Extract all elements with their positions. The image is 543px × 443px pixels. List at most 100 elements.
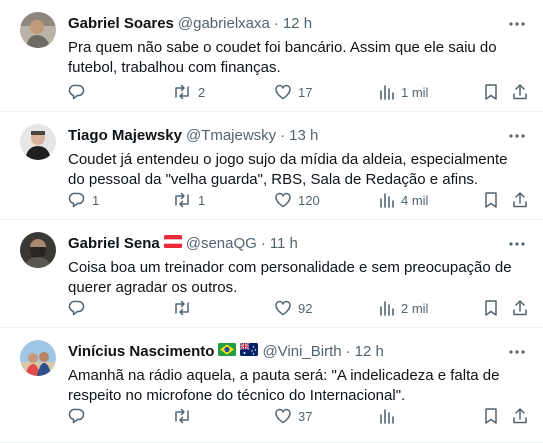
bookmark-button[interactable]: [483, 298, 499, 318]
tweet[interactable]: Tiago Majewsky @Tmajewsky · 13 h Coudet …: [0, 112, 543, 220]
reply-icon: [68, 407, 86, 425]
tweet[interactable]: Gabriel Soares @gabrielxaxa · 12 h Pra q…: [0, 0, 543, 112]
retweet-count: 1: [198, 192, 206, 208]
analytics-icon: [379, 83, 395, 101]
austria-flag-icon: [163, 234, 182, 254]
like-count: 92: [298, 300, 313, 316]
display-name[interactable]: Gabriel Sena: [68, 234, 160, 254]
tweet[interactable]: Gabriel Sena @senaQG · 11 h Coisa boa um…: [0, 220, 543, 328]
share-icon: [511, 83, 529, 101]
bookmark-button[interactable]: [483, 190, 499, 210]
share-button[interactable]: [511, 298, 529, 318]
timestamp[interactable]: 11 h: [270, 234, 298, 254]
share-icon: [511, 407, 529, 425]
analytics-icon: [379, 299, 395, 317]
tweet[interactable]: Vinícius Nascimento @Vini_Birth · 12 h A…: [0, 328, 543, 443]
like-button[interactable]: 37: [274, 406, 312, 426]
share-icon: [511, 299, 529, 317]
view-count: 4 mil: [401, 192, 429, 208]
share-icon: [511, 191, 529, 209]
brazil-flag-icon: [218, 342, 237, 362]
more-options-icon[interactable]: [507, 234, 527, 254]
avatar[interactable]: [20, 12, 56, 48]
view-count: 1 mil: [401, 84, 429, 100]
reply-button[interactable]: 1: [68, 190, 99, 210]
separator-dot: ·: [280, 127, 286, 144]
tweet-actions: 2 17 1 mil: [68, 82, 529, 102]
tweet-actions: 92 2 mil: [68, 298, 529, 318]
avatar[interactable]: [20, 124, 56, 160]
like-button[interactable]: 120: [274, 190, 320, 210]
like-button[interactable]: 17: [274, 82, 312, 102]
tweet-header: Tiago Majewsky @Tmajewsky · 13 h: [68, 126, 318, 146]
tweet-text: Pra quem não sabe o coudet foi bancário.…: [68, 39, 497, 76]
avatar[interactable]: [20, 340, 56, 376]
user-handle[interactable]: @gabrielxaxa: [178, 14, 270, 34]
retweet-button[interactable]: [172, 406, 198, 426]
separator-dot: ·: [273, 15, 279, 32]
heart-icon: [274, 191, 292, 209]
bookmark-icon: [483, 191, 499, 209]
australia-flag-icon: [240, 342, 259, 362]
reply-button[interactable]: [68, 406, 92, 426]
bookmark-icon: [483, 299, 499, 317]
reply-button[interactable]: [68, 298, 92, 318]
tweet-text: Amanhã na rádio aquela, a pauta será: "A…: [68, 367, 500, 404]
timestamp[interactable]: 12 h: [283, 14, 312, 34]
analytics-icon: [379, 407, 395, 425]
share-button[interactable]: [511, 190, 529, 210]
timestamp[interactable]: 13 h: [289, 126, 318, 146]
separator-dot: ·: [260, 235, 266, 252]
retweet-icon: [172, 299, 192, 317]
tweet-header: Gabriel Soares @gabrielxaxa · 12 h: [68, 14, 312, 34]
retweet-button[interactable]: [172, 298, 198, 318]
user-handle[interactable]: @Tmajewsky: [186, 126, 276, 146]
share-button[interactable]: [511, 406, 529, 426]
reply-count: 1: [92, 192, 100, 208]
separator-dot: ·: [345, 343, 351, 360]
display-name[interactable]: Vinícius Nascimento: [68, 342, 214, 362]
views-button[interactable]: 4 mil: [379, 190, 428, 210]
reply-icon: [68, 299, 86, 317]
user-handle[interactable]: @senaQG: [186, 234, 257, 254]
bookmark-icon: [483, 407, 499, 425]
like-count: 17: [298, 84, 313, 100]
tweet-header: Gabriel Sena @senaQG · 11 h: [68, 234, 298, 254]
bookmark-button[interactable]: [483, 82, 499, 102]
retweet-count: 2: [198, 84, 206, 100]
bookmark-button[interactable]: [483, 406, 499, 426]
reply-button[interactable]: [68, 82, 92, 102]
retweet-icon: [172, 407, 192, 425]
tweet-text: Coudet já entendeu o jogo sujo da mídia …: [68, 151, 508, 188]
views-button[interactable]: 2 mil: [379, 298, 428, 318]
more-options-icon[interactable]: [507, 14, 527, 34]
tweet-actions: 37: [68, 406, 529, 426]
retweet-icon: [172, 191, 192, 209]
tweet-text: Coisa boa um treinador com personalidade…: [68, 259, 512, 296]
heart-icon: [274, 83, 292, 101]
reply-icon: [68, 83, 86, 101]
timestamp[interactable]: 12 h: [355, 342, 384, 362]
like-count: 120: [298, 192, 320, 208]
more-options-icon[interactable]: [507, 342, 527, 362]
like-button[interactable]: 92: [274, 298, 312, 318]
share-button[interactable]: [511, 82, 529, 102]
more-options-icon[interactable]: [507, 126, 527, 146]
display-name[interactable]: Gabriel Soares: [68, 14, 174, 34]
heart-icon: [274, 407, 292, 425]
views-button[interactable]: [379, 406, 401, 426]
view-count: 2 mil: [401, 300, 429, 316]
like-count: 37: [298, 408, 313, 424]
views-button[interactable]: 1 mil: [379, 82, 428, 102]
avatar[interactable]: [20, 232, 56, 268]
display-name[interactable]: Tiago Majewsky: [68, 126, 182, 146]
heart-icon: [274, 299, 292, 317]
tweet-header: Vinícius Nascimento @Vini_Birth · 12 h: [68, 342, 384, 362]
reply-icon: [68, 191, 86, 209]
retweet-button[interactable]: 1: [172, 190, 205, 210]
user-handle[interactable]: @Vini_Birth: [262, 342, 341, 362]
retweet-icon: [172, 83, 192, 101]
analytics-icon: [379, 191, 395, 209]
tweet-actions: 1 1 120 4 mil: [68, 190, 529, 210]
retweet-button[interactable]: 2: [172, 82, 205, 102]
